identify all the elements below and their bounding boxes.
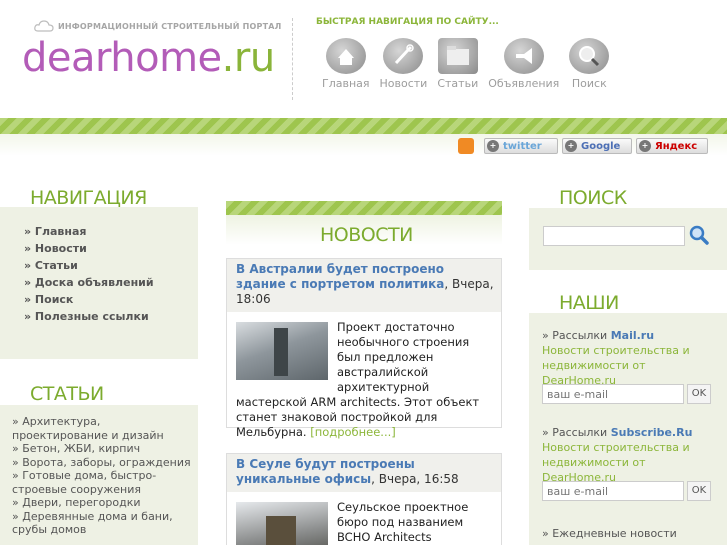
category-item[interactable]: срубы домов xyxy=(12,523,198,537)
subscription-title: » Рассылки Mail.ru xyxy=(542,328,712,343)
news-body: Проект достаточно необычного строения бы… xyxy=(227,312,501,446)
articles-heading: СТАТЬИ xyxy=(30,383,104,405)
quicknav-label: Главная xyxy=(322,77,370,90)
nav-item-links[interactable]: » Полезные ссылки xyxy=(24,308,198,325)
nav-item-home[interactable]: » Главная xyxy=(24,223,198,240)
category-item[interactable]: » Ворота, заборы, ограждения xyxy=(12,456,198,470)
category-item[interactable]: » Бетон, ЖБИ, кирпич xyxy=(12,442,198,456)
search-icon[interactable] xyxy=(688,224,710,246)
nav-item-board[interactable]: » Доска объявлений xyxy=(24,274,198,291)
quicknav-title: БЫСТРАЯ НАВИГАЦИЯ ПО САЙТУ... xyxy=(316,17,499,27)
category-item[interactable]: » Деревянные дома и бани, xyxy=(12,510,198,524)
quicknav-label: Поиск xyxy=(571,77,607,90)
logo-tld: .ru xyxy=(221,35,276,81)
category-item[interactable]: проектирование и дизайн xyxy=(12,429,198,443)
news-body: Сеульское проектное бюро под названием B… xyxy=(227,492,501,545)
google-button[interactable]: + Google xyxy=(562,138,632,154)
site-header: ИНФОРМАЦИОННЫЙ СТРОИТЕЛЬНЫЙ ПОРТАЛ dearh… xyxy=(0,0,727,118)
social-bookmarks: + twitter + Google + Яндекс xyxy=(458,138,712,154)
subscription-prefix: » Рассылки xyxy=(542,426,611,439)
ok-button[interactable]: OK xyxy=(687,481,711,501)
plus-icon: + xyxy=(565,140,577,152)
news-thumbnail[interactable] xyxy=(236,502,328,545)
news-item: В Австралии будет построено здание с пор… xyxy=(226,258,502,439)
yandex-label: Яндекс xyxy=(655,140,698,152)
email-field[interactable] xyxy=(542,481,684,501)
quicknav-home[interactable]: Главная xyxy=(322,38,370,90)
news-item: В Сеуле будут построены уникальные офисы… xyxy=(226,453,502,545)
news-headline-link[interactable]: В Австралии будет построено здание с пор… xyxy=(236,262,444,291)
nav-list: » Главная » Новости » Статьи » Доска объ… xyxy=(0,207,198,325)
news-stripe xyxy=(226,201,502,215)
home-icon xyxy=(325,38,366,74)
ok-button[interactable]: OK xyxy=(687,384,711,404)
folder-icon xyxy=(437,38,478,74)
article-category-list: » Архитектура, проектирование и дизайн »… xyxy=(0,405,198,537)
category-item[interactable]: строевые сооружения xyxy=(12,483,198,497)
news-date: , Вчера, 16:58 xyxy=(371,472,459,486)
subscription-service-link[interactable]: Mail.ru xyxy=(611,329,654,342)
subscribe-form: OK xyxy=(542,481,711,501)
quicknav-label: Новости xyxy=(379,77,428,90)
nav-item-search[interactable]: » Поиск xyxy=(24,291,198,308)
rss-icon[interactable] xyxy=(458,138,474,154)
subscription-title: » Рассылки Subscribe.Ru xyxy=(542,425,712,440)
search-heading: ПОИСК xyxy=(559,187,627,209)
header-divider xyxy=(292,18,293,100)
logo-name: dearhome xyxy=(22,35,222,81)
plus-icon: + xyxy=(487,140,499,152)
site-tagline: ИНФОРМАЦИОННЫЙ СТРОИТЕЛЬНЫЙ ПОРТАЛ xyxy=(58,22,282,31)
subscription-mailru: » Рассылки Mail.ru Новости строительства… xyxy=(542,328,712,388)
quicknav-news[interactable]: Новости xyxy=(379,38,428,90)
quicknav-search[interactable]: Поиск xyxy=(569,38,610,90)
quicknav-ads[interactable]: Объявления xyxy=(488,38,559,90)
quicknav-label: Объявления xyxy=(488,77,560,90)
magnifier-icon xyxy=(569,38,610,74)
yandex-button[interactable]: + Яндекс xyxy=(636,138,708,154)
daily-news-link[interactable]: » Ежедневные новости xyxy=(542,527,677,540)
nav-item-articles[interactable]: » Статьи xyxy=(24,257,198,274)
twitter-button[interactable]: + twitter xyxy=(484,138,558,154)
news-header: В Сеуле будут построены уникальные офисы… xyxy=(227,454,501,492)
nav-box: » Главная » Новости » Статьи » Доска объ… xyxy=(0,207,198,359)
quick-navigation: Главная Новости Статьи Объявления Поиск xyxy=(322,38,619,90)
plus-icon: + xyxy=(639,140,651,152)
news-header: В Австралии будет построено здание с пор… xyxy=(227,259,501,312)
subscribe-form: OK xyxy=(542,384,711,404)
search-input[interactable] xyxy=(543,226,685,246)
cloud-icon xyxy=(34,20,54,32)
green-stripe xyxy=(0,118,727,134)
articles-box: » Архитектура, проектирование и дизайн »… xyxy=(0,405,198,545)
subscription-prefix: » Рассылки xyxy=(542,329,611,342)
tools-icon xyxy=(383,38,424,74)
nav-item-news[interactable]: » Новости xyxy=(24,240,198,257)
megaphone-icon xyxy=(503,38,544,74)
email-field[interactable] xyxy=(542,384,684,404)
category-item[interactable]: » Готовые дома, быстро- xyxy=(12,469,198,483)
subscription-service-link[interactable]: Subscribe.Ru xyxy=(611,426,693,439)
subscription-description: Новости строительства и недвижимости от … xyxy=(542,441,690,484)
news-heading: НОВОСТИ xyxy=(320,224,413,246)
subscription-description: Новости строительства и недвижимости от … xyxy=(542,344,690,387)
subscription-subscriberu: » Рассылки Subscribe.Ru Новости строител… xyxy=(542,425,712,485)
news-text: Сеульское проектное бюро под названием B… xyxy=(337,500,469,544)
category-item[interactable]: » Архитектура, xyxy=(12,415,198,429)
site-logo[interactable]: dearhome.ru xyxy=(22,34,275,82)
category-item[interactable]: » Двери, перегородки xyxy=(12,496,198,510)
quicknav-articles[interactable]: Статьи xyxy=(437,38,478,90)
quicknav-label: Статьи xyxy=(437,77,479,90)
google-label: Google xyxy=(581,140,621,152)
news-thumbnail[interactable] xyxy=(236,322,328,380)
read-more-link[interactable]: [подробнее...] xyxy=(310,425,396,439)
twitter-label: twitter xyxy=(503,140,542,152)
nav-heading: НАВИГАЦИЯ xyxy=(30,187,147,209)
